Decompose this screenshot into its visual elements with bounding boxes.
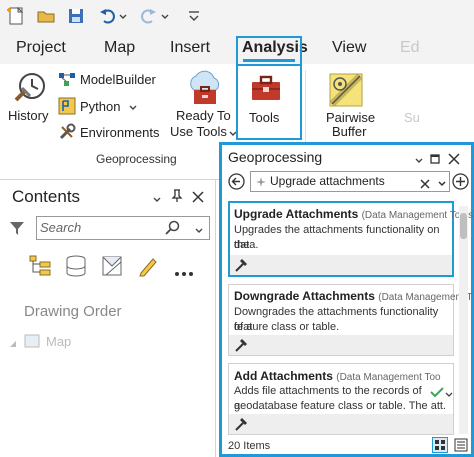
undo-icon[interactable] bbox=[98, 6, 118, 26]
gp-search-dropdown-icon[interactable] bbox=[437, 176, 447, 187]
result-description-line: feature class or table. bbox=[234, 321, 340, 333]
redo-dropdown-icon[interactable] bbox=[160, 6, 170, 26]
ready-to-use-tools-icon[interactable] bbox=[184, 68, 224, 108]
result-footer bbox=[230, 255, 452, 275]
ready-to-use-tools-label-2[interactable]: Use Tools bbox=[170, 124, 227, 139]
analysis-tab-underline bbox=[243, 59, 295, 62]
result-title[interactable]: Add Attachments (Data Management Too bbox=[234, 369, 441, 383]
sparkle-icon bbox=[255, 175, 267, 187]
contents-options-dropdown-icon[interactable] bbox=[152, 192, 162, 202]
more-options-icon[interactable] bbox=[174, 264, 194, 276]
geoprocessing-title: Geoprocessing bbox=[228, 149, 323, 165]
maximize-icon[interactable] bbox=[429, 152, 441, 164]
list-by-data-source-icon[interactable] bbox=[64, 254, 88, 278]
pairwise-buffer-label-1[interactable]: Pairwise bbox=[326, 110, 375, 125]
new-project-icon[interactable] bbox=[6, 6, 26, 26]
check-dropdown-icon[interactable] bbox=[445, 386, 453, 397]
filter-icon[interactable] bbox=[9, 220, 25, 236]
results-scrollbar[interactable] bbox=[459, 206, 468, 434]
contents-title: Contents bbox=[12, 187, 81, 206]
search-icon[interactable] bbox=[165, 220, 181, 236]
tab-project[interactable]: Project bbox=[16, 39, 66, 57]
modelbuilder-label[interactable]: ModelBuilder bbox=[80, 72, 156, 87]
list-view-icon[interactable] bbox=[453, 437, 469, 453]
pairwise-buffer-icon[interactable] bbox=[328, 72, 364, 108]
tab-edit[interactable]: Ed bbox=[400, 39, 420, 57]
results-scrollbar-thumb[interactable] bbox=[460, 213, 467, 239]
result-title[interactable]: Downgrade Attachments (Data Management T bbox=[234, 289, 473, 303]
drawing-order-heading: Drawing Order bbox=[24, 303, 122, 320]
undo-dropdown-icon[interactable] bbox=[118, 6, 128, 26]
tab-map[interactable]: Map bbox=[104, 39, 135, 57]
open-folder-icon[interactable] bbox=[36, 6, 56, 26]
tab-view[interactable]: View bbox=[332, 39, 366, 57]
customize-toolbar-icon[interactable] bbox=[184, 6, 204, 26]
environments-icon[interactable] bbox=[58, 123, 76, 141]
geoprocessing-group-label: Geoprocessing bbox=[96, 152, 177, 166]
pairwise-buffer-label-2[interactable]: Buffer bbox=[332, 124, 366, 139]
items-count: 20 Items bbox=[228, 440, 271, 452]
python-label[interactable]: Python bbox=[80, 99, 120, 114]
history-icon[interactable] bbox=[12, 70, 48, 106]
tools-button-highlight[interactable] bbox=[236, 64, 302, 140]
gp-options-dropdown-icon[interactable] bbox=[414, 153, 424, 163]
result-description-line: data. bbox=[234, 239, 259, 251]
gp-close-icon[interactable] bbox=[448, 152, 460, 165]
tile-view-icon[interactable] bbox=[432, 437, 448, 453]
contents-search-placeholder: Search bbox=[40, 220, 82, 235]
tab-insert[interactable]: Insert bbox=[170, 39, 210, 57]
python-dropdown-icon[interactable] bbox=[128, 100, 138, 110]
quick-access-toolbar bbox=[0, 0, 474, 34]
map-layer-item[interactable]: Map bbox=[46, 334, 71, 349]
map-icon bbox=[24, 333, 40, 349]
gp-search-value: Upgrade attachments bbox=[270, 174, 385, 188]
result-title[interactable]: Upgrade Attachments (Data Management Too… bbox=[234, 207, 474, 221]
hammer-icon bbox=[234, 258, 248, 272]
result-footer bbox=[229, 414, 453, 434]
history-label[interactable]: History bbox=[8, 108, 48, 123]
expand-map-icon[interactable] bbox=[8, 336, 18, 347]
back-icon[interactable] bbox=[228, 173, 245, 190]
result-footer bbox=[229, 335, 453, 355]
add-icon[interactable] bbox=[452, 173, 469, 190]
hammer-icon bbox=[234, 417, 248, 431]
list-by-drawing-order-icon[interactable] bbox=[28, 254, 52, 278]
redo-icon[interactable] bbox=[138, 6, 158, 26]
check-icon bbox=[430, 385, 444, 398]
result-description-line: geodatabase feature class or table. The … bbox=[234, 400, 446, 412]
search-dropdown-icon[interactable] bbox=[194, 223, 204, 233]
list-by-selection-icon[interactable] bbox=[100, 254, 124, 278]
modelbuilder-icon[interactable] bbox=[58, 71, 76, 87]
python-icon[interactable] bbox=[58, 97, 76, 115]
hammer-icon bbox=[234, 338, 248, 352]
close-icon[interactable] bbox=[192, 190, 204, 203]
environments-label[interactable]: Environments bbox=[80, 125, 159, 140]
clear-search-icon[interactable] bbox=[420, 176, 430, 189]
ready-to-use-tools-label-1[interactable]: Ready To bbox=[176, 108, 231, 123]
pin-icon[interactable] bbox=[171, 189, 183, 203]
faded-command-label: Su bbox=[404, 110, 420, 125]
save-icon[interactable] bbox=[66, 6, 86, 26]
list-by-editing-icon[interactable] bbox=[136, 254, 160, 278]
